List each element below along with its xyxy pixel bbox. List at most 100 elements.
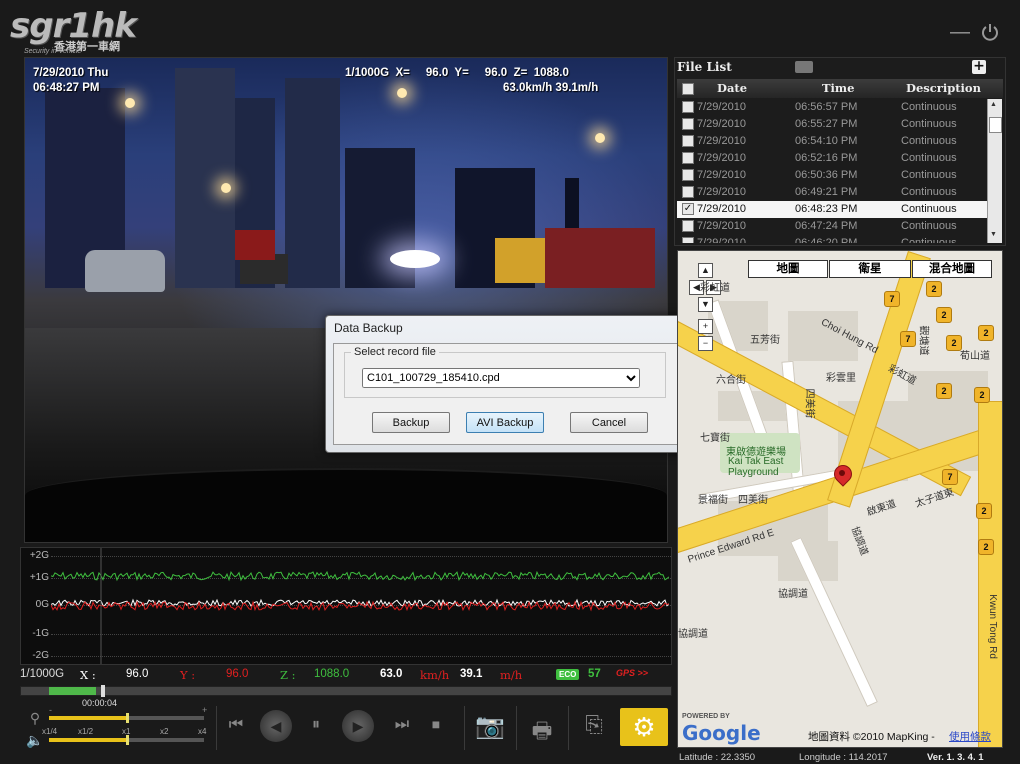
route-shield: 2 (976, 503, 992, 519)
row-checkbox[interactable] (682, 186, 694, 198)
terms-link[interactable]: 使用條款 (949, 729, 991, 744)
row-checkbox[interactable] (682, 220, 694, 232)
timeline-handle[interactable] (101, 685, 105, 697)
record-file-select[interactable]: C101_100729_185410.cpd (362, 368, 640, 388)
minimize-icon[interactable]: — (950, 22, 970, 42)
column-description[interactable]: Description (906, 81, 981, 95)
trace-z (51, 570, 669, 582)
map-label-wufang: 五芳街 (750, 335, 780, 346)
speed-slider[interactable] (49, 713, 204, 723)
file-list-row[interactable]: 7/29/2010 06:49:21 PM Continuous (677, 184, 987, 201)
row-date: 7/29/2010 (697, 220, 746, 232)
stop-icon[interactable]: ■ (426, 716, 446, 732)
file-list-scrollbar[interactable]: ▲ ▼ (987, 99, 1002, 243)
graph-label-0g: 0G (35, 599, 49, 610)
app-logo: sgr1hk 香港第一車網 Security in Vehicle (10, 6, 160, 55)
row-date: 7/29/2010 (697, 135, 746, 147)
pan-down-button[interactable]: ▼ (698, 297, 713, 312)
map-label-caihong: 彩虹道 (700, 283, 730, 294)
file-list-row[interactable]: 7/29/2010 06:54:10 PM Continuous (677, 133, 987, 150)
file-list-header: File List + (675, 58, 1005, 78)
row-checkbox[interactable] (682, 237, 694, 243)
route-shield: 2 (936, 383, 952, 399)
gsensor-traces (51, 548, 669, 664)
zoom-in-button[interactable]: + (698, 319, 713, 334)
zoom-out-button[interactable]: − (698, 336, 713, 351)
column-date[interactable]: Date (717, 81, 747, 95)
graph-label-plus2g: +2G (29, 550, 49, 561)
snapshot-camera-icon[interactable]: 📷 (472, 712, 508, 741)
file-list-row[interactable]: 7/29/2010 06:50:36 PM Continuous (677, 167, 987, 184)
backup-button[interactable]: Backup (372, 412, 450, 433)
playback-controls: ⚲ 🔈 - + x1/4 x1/2 x1 x2 x4 ⏮ ◀ ⏸ ▶ ⏭ ■ 📷… (20, 700, 670, 754)
osd-time: 06:48:27 PM (33, 82, 100, 94)
file-list-panel: File List + Date Time Description 7/29/2… (674, 57, 1006, 246)
settings-gear-icon[interactable]: ⚙ (620, 708, 668, 746)
pause-icon[interactable]: ⏸ (306, 716, 326, 734)
map-tab-satellite[interactable]: 衛星 (829, 260, 911, 278)
row-desc: Continuous (901, 237, 957, 243)
folder-icon[interactable] (795, 61, 813, 73)
row-desc: Continuous (901, 101, 957, 113)
row-time: 06:50:36 PM (795, 169, 858, 181)
map-label-caihong2: 彩虹道 (886, 363, 918, 388)
print-icon[interactable]: 🖶 (524, 714, 560, 752)
row-desc: Continuous (901, 203, 957, 215)
row-time: 06:54:10 PM (795, 135, 858, 147)
pan-up-button[interactable]: ▲ (698, 263, 713, 278)
route-shield: 2 (974, 387, 990, 403)
map-tab-map[interactable]: 地圖 (748, 260, 828, 278)
speed-plus: + (202, 705, 208, 715)
speed-label-quarter: x1/4 (42, 727, 58, 736)
file-list-rows: 7/29/2010 06:56:57 PM Continuous 7/29/2010 0… (677, 99, 987, 243)
file-list-row[interactable]: 7/29/2010 06:52:16 PM Continuous (677, 150, 987, 167)
graph-label-plus1g: +1G (29, 572, 49, 583)
map-view[interactable]: 地圖 衛星 混合地圖 ▲ ◀ ▶ ▼ + − 彩虹道 Choi Hung Rd … (677, 250, 1003, 748)
map-label-sanzhu: 七寶街 (700, 433, 730, 444)
row-desc: Continuous (901, 118, 957, 130)
power-icon[interactable] (980, 22, 1000, 42)
file-list-row[interactable]: 7/29/2010 06:56:57 PM Continuous (677, 99, 987, 116)
row-checkbox[interactable] (682, 152, 694, 164)
version-label: Ver. 1. 3. 4. 1 (927, 752, 984, 763)
row-checkbox[interactable] (682, 101, 694, 113)
play-button[interactable]: ▶ (342, 710, 374, 742)
file-list-row[interactable]: 7/29/2010 06:55:27 PM Continuous (677, 116, 987, 133)
map-label-xietiao: 協調道 (848, 525, 870, 558)
file-list-row[interactable]: 7/29/2010 06:46:20 PM Continuous (677, 235, 987, 243)
rewind-button[interactable]: ◀ (260, 710, 292, 742)
trace-y (51, 600, 669, 612)
speed-label-4x: x4 (198, 727, 207, 736)
row-checkbox[interactable] (682, 118, 694, 130)
eco-badge: ECO (556, 669, 580, 680)
map-tab-hybrid[interactable]: 混合地圖 (912, 260, 992, 278)
file-list-row[interactable]: ✓ 7/29/2010 06:48:23 PM Continuous (677, 201, 987, 218)
kmh-value: 63.0 (380, 668, 403, 680)
gps-badge: GPS >> (616, 668, 649, 678)
route-shield: 7 (884, 291, 900, 307)
row-date: 7/29/2010 (697, 203, 746, 215)
row-date: 7/29/2010 (697, 118, 746, 130)
row-checkbox[interactable] (682, 169, 694, 181)
file-list-row[interactable]: 7/29/2010 06:47:24 PM Continuous (677, 218, 987, 235)
row-checkbox[interactable] (682, 135, 694, 147)
export-icon[interactable]: ⎘ (576, 712, 612, 738)
route-shield: 2 (946, 335, 962, 351)
cancel-button[interactable]: Cancel (570, 412, 648, 433)
volume-slider[interactable] (49, 735, 204, 745)
row-desc: Continuous (901, 135, 957, 147)
skip-back-icon[interactable]: ⏮ (226, 716, 246, 734)
skip-forward-icon[interactable]: ⏭ (392, 716, 412, 734)
row-desc: Continuous (901, 186, 957, 198)
speed-label-half: x1/2 (78, 727, 94, 736)
file-list-title: File List (677, 60, 732, 74)
column-time[interactable]: Time (822, 81, 854, 95)
row-date: 7/29/2010 (697, 237, 746, 243)
add-icon[interactable]: + (972, 59, 986, 74)
playback-timeline[interactable] (20, 685, 672, 697)
avi-backup-button[interactable]: AVI Backup (466, 412, 544, 433)
mph-value: 39.1 (460, 668, 483, 680)
row-time: 06:55:27 PM (795, 118, 858, 130)
row-checkbox[interactable]: ✓ (682, 203, 694, 215)
select-all-checkbox[interactable] (682, 83, 694, 95)
